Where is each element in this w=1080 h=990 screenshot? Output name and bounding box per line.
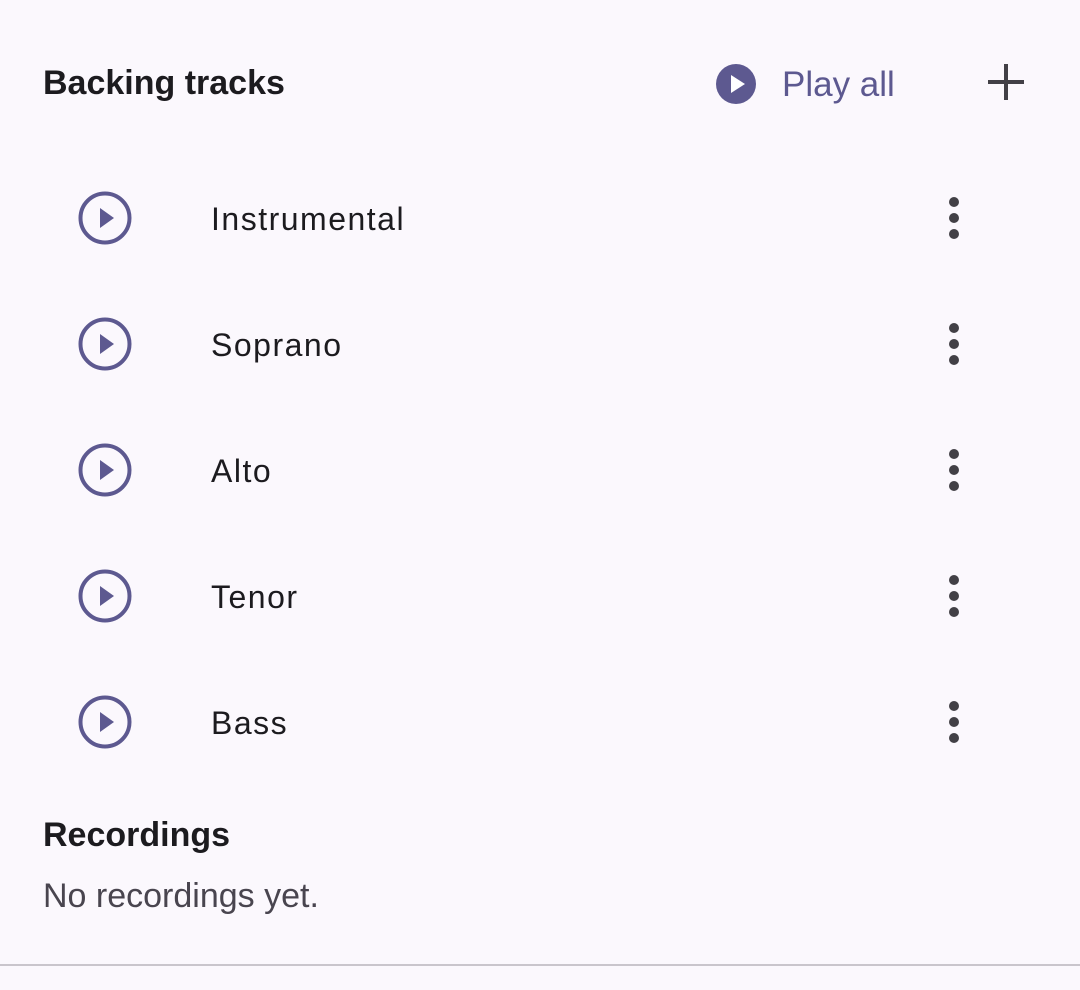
play-circle-outline-icon <box>78 191 132 250</box>
more-vertical-icon <box>948 322 960 371</box>
track-more-button[interactable] <box>930 574 978 622</box>
backing-tracks-header: Backing tracks Play all <box>0 0 1080 168</box>
plus-icon <box>986 62 1026 107</box>
track-more-button[interactable] <box>930 196 978 244</box>
track-play-button[interactable] <box>76 695 134 753</box>
play-circle-outline-icon <box>78 569 132 628</box>
track-row-soprano[interactable]: Soprano <box>0 282 1080 408</box>
track-name: Bass <box>211 705 289 741</box>
track-more-button[interactable] <box>930 448 978 496</box>
play-all-label: Play all <box>782 64 895 104</box>
backing-tracks-title: Backing tracks <box>43 64 285 102</box>
play-circle-filled-icon <box>714 62 758 106</box>
track-more-button[interactable] <box>930 322 978 370</box>
add-track-button[interactable] <box>982 60 1030 108</box>
play-all-button[interactable]: Play all <box>714 60 895 108</box>
play-circle-outline-icon <box>78 695 132 754</box>
track-more-button[interactable] <box>930 700 978 748</box>
play-circle-outline-icon <box>78 443 132 502</box>
recordings-empty-message: No recordings yet. <box>43 877 319 915</box>
track-play-button[interactable] <box>76 443 134 501</box>
more-vertical-icon <box>948 574 960 623</box>
more-vertical-icon <box>948 700 960 749</box>
track-play-button[interactable] <box>76 317 134 375</box>
track-name: Instrumental <box>211 201 406 237</box>
track-row-bass[interactable]: Bass <box>0 660 1080 786</box>
track-row-alto[interactable]: Alto <box>0 408 1080 534</box>
track-row-instrumental[interactable]: Instrumental <box>0 156 1080 282</box>
track-play-button[interactable] <box>76 569 134 627</box>
track-name: Tenor <box>211 579 299 615</box>
track-name: Soprano <box>211 327 343 363</box>
more-vertical-icon <box>948 448 960 497</box>
more-vertical-icon <box>948 196 960 245</box>
track-row-tenor[interactable]: Tenor <box>0 534 1080 660</box>
backing-track-list: Instrumental Soprano Alto Tenor Bass <box>0 156 1080 786</box>
track-play-button[interactable] <box>76 191 134 249</box>
recordings-title: Recordings <box>43 816 231 854</box>
play-circle-outline-icon <box>78 317 132 376</box>
track-name: Alto <box>211 453 273 489</box>
bottom-divider <box>0 964 1080 966</box>
